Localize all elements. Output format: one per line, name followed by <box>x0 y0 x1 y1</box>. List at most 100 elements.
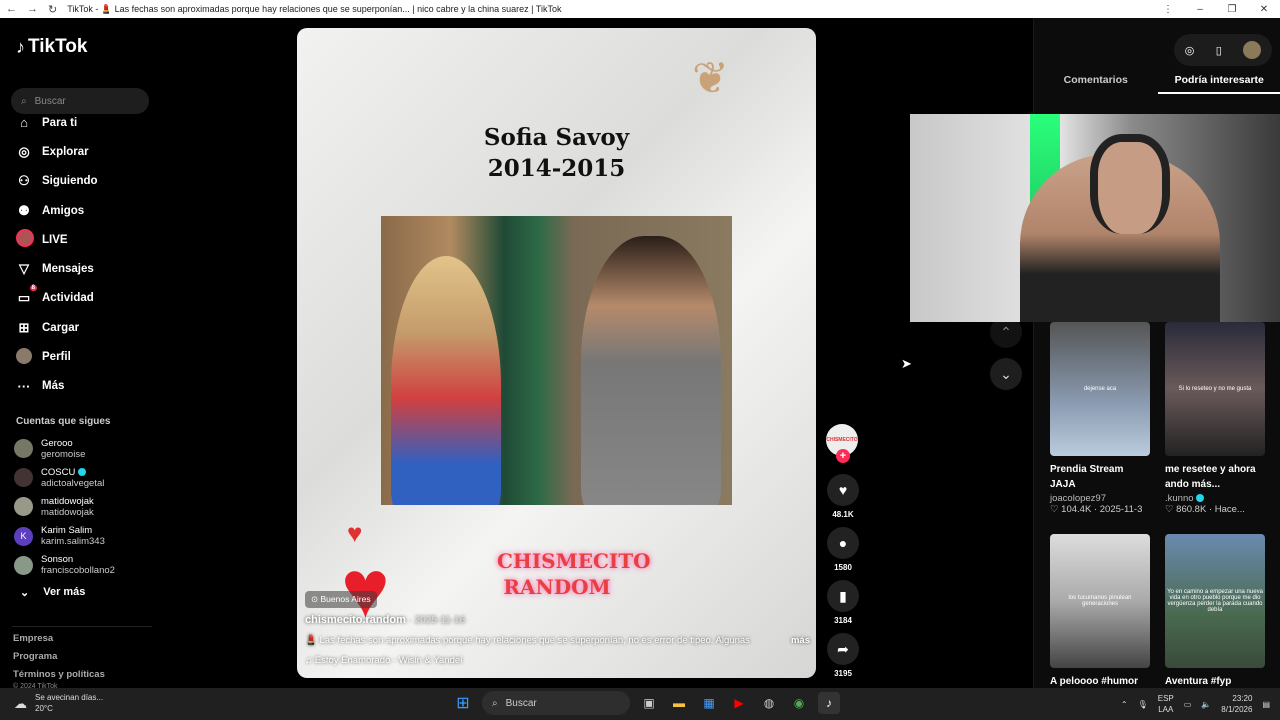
youtube-icon[interactable]: ▶ <box>728 692 750 714</box>
language-label[interactable]: ESP <box>1158 693 1174 704</box>
clock-time: 23:20 <box>1232 694 1253 703</box>
windows-start-icon[interactable]: ⊞ <box>452 692 474 714</box>
nav-item-perfil[interactable]: Perfil <box>16 342 98 371</box>
avatar[interactable] <box>1243 41 1262 59</box>
forward-icon[interactable]: → <box>27 3 38 15</box>
thumbnail-text: dejense aca <box>1083 386 1117 392</box>
following-name: matidowojak <box>41 495 94 507</box>
compass-icon: ◎ <box>18 143 30 159</box>
video-thumbnail[interactable]: los tucumanos pinulean generaciones <box>1050 534 1150 668</box>
following-item[interactable]: Geroоо geromoise <box>14 434 115 463</box>
nav-item-mas[interactable]: ··· Más <box>16 372 98 401</box>
footer-link-terminos[interactable]: Términos y políticas <box>13 666 105 684</box>
see-more-button[interactable]: ⌄ Ver más <box>20 586 85 599</box>
task-view-icon[interactable]: ▣ <box>638 692 660 714</box>
weather-widget[interactable]: ☁ Se avecinan días... 20°C <box>14 692 103 714</box>
video-player[interactable]: ❦ Sofia Savoy 2014-2015 ♥ ♥ CHISMECITO R… <box>297 28 816 678</box>
file-explorer-icon[interactable]: ▬ <box>668 692 690 714</box>
nav-item-cargar[interactable]: ⊞ Cargar <box>16 313 98 342</box>
video-card[interactable]: Si lo reseteo y no me gusta me resetee y… <box>1165 322 1265 515</box>
chrome-icon[interactable]: ◉ <box>788 692 810 714</box>
minimize-icon[interactable]: – <box>1184 4 1216 15</box>
more-icon: ··· <box>17 378 31 394</box>
following-name: Geroоо <box>41 437 73 449</box>
like-action[interactable]: ♥ 48.1K <box>826 474 860 519</box>
follow-plus-icon[interactable]: + <box>836 449 850 463</box>
video-title-line1: Sofia Savoy <box>483 124 630 151</box>
chevron-up-icon: ⌃ <box>1000 323 1012 340</box>
footer-link-programa[interactable]: Programa <box>13 648 105 666</box>
nav-item-actividad[interactable]: ▭ 8 Actividad <box>16 284 98 313</box>
avatar-text: CHISMECITO <box>826 437 858 443</box>
taskbar: ☁ Se avecinan días... 20°C ⊞ ⌕ Buscar ▣ ▬ … <box>0 688 1280 720</box>
reload-icon[interactable]: ↻ <box>48 3 57 16</box>
app-icon[interactable]: ◍ <box>758 692 780 714</box>
card-date: Hace... <box>1214 504 1245 515</box>
footer-links: Empresa Programa Términos y políticas <box>13 630 105 684</box>
nav-item-amigos[interactable]: ⚉ Amigos <box>16 196 98 225</box>
taskbar-search[interactable]: ⌕ Buscar <box>482 691 630 715</box>
notification-icon[interactable]: ▤ <box>1262 700 1270 709</box>
next-video-button[interactable]: ⌄ <box>990 358 1022 390</box>
comment-icon[interactable]: ● <box>827 527 859 559</box>
nav-item-siguiendo[interactable]: ⚇ Siguiendo <box>16 167 97 196</box>
following-item[interactable]: matidowojak matidowojak <box>14 492 115 521</box>
following-item[interactable]: COSCU adictoalvegetal <box>14 463 115 492</box>
messages-icon: ▽ <box>19 261 29 277</box>
close-icon[interactable]: ✕ <box>1248 4 1280 15</box>
nav-item-para-ti[interactable]: ⌂ Para ti <box>16 108 98 137</box>
tiktok-taskbar-icon[interactable]: ♪ <box>818 692 840 714</box>
video-thumbnail[interactable]: dejense aca <box>1050 322 1150 456</box>
more-button[interactable]: más <box>791 635 810 646</box>
compass-icon[interactable]: ◎ <box>1185 44 1195 57</box>
music-title[interactable]: Estoy Enamorado - Wisin & Yandel <box>315 655 463 666</box>
tab-comentarios[interactable]: Comentarios <box>1034 74 1158 94</box>
tab-podria-interesarte[interactable]: Podría interesarte <box>1157 74 1280 94</box>
taskbar-apps: ⊞ ⌕ Buscar ▣ ▬ ▦ ▶ ◍ ◉ ♪ <box>452 691 840 715</box>
video-card[interactable]: Yo en camino a empezar una nueva vida en… <box>1165 534 1265 689</box>
phone-icon[interactable]: ▯ <box>1216 44 1222 57</box>
nav-label: Perfil <box>42 351 71 364</box>
store-icon[interactable]: ▦ <box>698 692 720 714</box>
monitor-icon[interactable]: ▭ <box>1184 700 1192 709</box>
photo-person-left <box>391 256 501 505</box>
verified-icon <box>1196 494 1205 503</box>
nav-item-live[interactable]: LIVE <box>16 225 98 254</box>
volume-icon[interactable]: 🔈 <box>1201 700 1211 709</box>
comment-action[interactable]: ● 1580 <box>826 527 860 572</box>
friends-icon: ⚉ <box>18 202 30 218</box>
browser-menu-icon[interactable]: ⋮ <box>1152 4 1184 15</box>
card-title: me resetee y ahora ando más... <box>1165 464 1256 490</box>
nav-label: Mensajes <box>42 263 94 276</box>
video-thumbnail[interactable]: Si lo reseteo y no me gusta <box>1165 322 1265 456</box>
video-thumbnail[interactable]: Yo en camino a empezar una nueva vida en… <box>1165 534 1265 668</box>
share-action[interactable]: ➦ 3195 <box>826 633 860 678</box>
location-pin-icon: ⊙ <box>311 594 319 604</box>
following-item[interactable]: Sonson franciscobollano2 <box>14 551 115 580</box>
footer-link-empresa[interactable]: Empresa <box>13 630 105 648</box>
author-avatar[interactable]: CHISMECITO + <box>826 424 858 463</box>
save-action[interactable]: ▮ 3184 <box>826 580 860 625</box>
heart-icon[interactable]: ♥ <box>827 474 859 506</box>
video-card[interactable]: los tucumanos pinulean generaciones A pe… <box>1050 534 1150 689</box>
bookmark-icon[interactable]: ▮ <box>827 580 859 612</box>
chevron-up-icon[interactable]: ⌃ <box>1121 700 1128 709</box>
keyboard-layout-label[interactable]: LAA <box>1158 704 1174 715</box>
video-card[interactable]: dejense aca Prendia Stream JAJA joacolop… <box>1050 322 1150 515</box>
back-icon[interactable]: ← <box>6 3 17 15</box>
avatar <box>14 555 33 575</box>
clock[interactable]: 23:20 8/1/2026 <box>1221 693 1252 715</box>
restore-icon[interactable]: ❐ <box>1216 4 1248 15</box>
nav-item-explorar[interactable]: ◎ Explorar <box>16 137 98 166</box>
share-icon[interactable]: ➦ <box>827 633 859 665</box>
nav-label: Explorar <box>42 145 89 158</box>
nav-item-mensajes[interactable]: ▽ Mensajes <box>16 254 98 283</box>
card-title: A pelоооо #humor <box>1050 676 1138 687</box>
author-name[interactable]: chismecito.random <box>305 614 406 626</box>
following-item[interactable]: K Karim Salim karim.salim343 <box>14 522 115 551</box>
nav-label: Para ti <box>42 116 78 129</box>
location-tag[interactable]: ⊙ Buenos Aires <box>305 591 377 608</box>
tiktok-logo[interactable]: ♪ TikTok <box>16 36 87 58</box>
card-user: .kunno <box>1165 493 1194 504</box>
microphone-icon[interactable]: 🎙 <box>1138 700 1148 709</box>
